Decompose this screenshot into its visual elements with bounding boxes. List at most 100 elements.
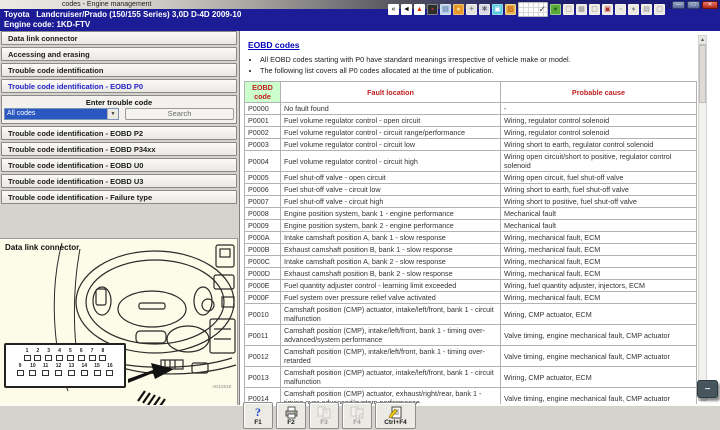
warning-icon[interactable]: ▲ <box>414 4 425 15</box>
table-row: P0011Camshaft position (CMP), intake/lef… <box>245 325 697 346</box>
chart-icon[interactable]: ▨ <box>505 4 516 15</box>
window-icon-3[interactable]: ▢ <box>589 4 600 15</box>
fault-location-cell: Fuel system over pressure relief valve a… <box>281 292 501 304</box>
maximize-button[interactable]: □ <box>687 1 700 9</box>
service-schedule-icon[interactable]: ▤ <box>440 4 451 15</box>
engine-code: Engine code: 1KD-FTV <box>4 20 90 29</box>
probable-cause-cell: Mechanical fault <box>501 208 697 220</box>
first-page-icon[interactable]: « <box>388 4 399 15</box>
f4-pages-x-button: F4 <box>342 402 372 429</box>
spanner-icon[interactable]: ✦ <box>466 4 477 15</box>
steering-wheel-illustration <box>0 239 238 430</box>
table-row: P000BExhaust camshaft position B, bank 1… <box>245 244 697 256</box>
code-cell: P0006 <box>245 184 281 196</box>
sidebar-item[interactable]: Trouble code identification - EOBD P0 <box>1 79 237 93</box>
table-row: P0009Engine position system, bank 2 - en… <box>245 220 697 232</box>
table-row: P0002Fuel volume regulator control - cir… <box>245 127 697 139</box>
app-window: codes - Engine management Toyota Landcru… <box>0 0 720 430</box>
content-panel: EOBD codes All EOBD codes starting with … <box>239 31 720 405</box>
scroll-up-arrow-icon[interactable]: ▲ <box>699 36 706 45</box>
column-header-probable-cause: Probable cause <box>501 82 697 103</box>
probable-cause-cell: Wiring short to earth, regulator control… <box>501 139 697 151</box>
connector-pin: 13 <box>66 363 76 376</box>
function-key-label: Ctrl+F4 <box>384 419 407 426</box>
code-cell: P0008 <box>245 208 281 220</box>
search-button[interactable]: Search <box>125 108 234 120</box>
fault-location-cell: Camshaft position (CMP) actuator, intake… <box>281 367 501 388</box>
back-icon[interactable]: ◄ <box>401 4 412 15</box>
probable-cause-cell: Valve timing, engine mechanical fault, C… <box>501 325 697 346</box>
connector-pin: 14 <box>79 363 89 376</box>
probable-cause-cell: Mechanical fault <box>501 220 697 232</box>
sidebar-item[interactable]: Trouble code identification - EOBD U0 <box>1 158 237 172</box>
window-controls: —□✕ <box>672 1 718 9</box>
code-cell: P0000 <box>245 103 281 115</box>
connector-pin: 1 <box>22 348 32 361</box>
function-key-label: F1 <box>254 419 262 426</box>
connector-pin: 11 <box>41 363 51 376</box>
vertical-scrollbar[interactable]: ▲ <box>698 35 707 401</box>
manual-icon[interactable]: ▪ <box>427 4 438 15</box>
eobd-codes-table-wrap: EOBD code Fault location Probable cause … <box>244 81 697 404</box>
fault-location-cell: Fuel quantity adjuster control - learnin… <box>281 280 501 292</box>
probable-cause-cell: Wiring, regulator control solenoid <box>501 115 697 127</box>
sidebar-item[interactable]: Trouble code identification - Failure ty… <box>1 190 237 204</box>
window-icon-6[interactable]: ♦ <box>628 4 639 15</box>
code-cell: P0002 <box>245 127 281 139</box>
gear-icon[interactable]: ✱ <box>479 4 490 15</box>
table-row: P0008Engine position system, bank 1 - en… <box>245 208 697 220</box>
fault-location-cell: Camshaft position (CMP), intake/left/fro… <box>281 346 501 367</box>
function-key-label: F4 <box>353 419 361 426</box>
window-icon-5[interactable]: ▫ <box>615 4 626 15</box>
top-toolbar: «◄▲▪▤●✦✱▣▨●▢▦▢▣▫♦▤▢—□✕ <box>388 1 718 17</box>
connector-pin: 10 <box>28 363 38 376</box>
pages-x-icon <box>350 405 365 419</box>
grid-flyout-panel[interactable] <box>518 2 548 17</box>
trouble-code-dropdown[interactable]: All codes ▼ <box>4 108 119 120</box>
code-cell: P0012 <box>245 346 281 367</box>
code-cell: P000E <box>245 280 281 292</box>
connector-pin: 9 <box>15 363 25 376</box>
f1-help-button[interactable]: ?F1 <box>243 402 273 429</box>
fault-location-cell: Fuel volume regulator control - open cir… <box>281 115 501 127</box>
probable-cause-cell: Wiring, mechanical fault, ECM <box>501 268 697 280</box>
code-cell: P0001 <box>245 115 281 127</box>
window-icon-4[interactable]: ▣ <box>602 4 613 15</box>
probable-cause-cell: Wiring, mechanical fault, ECM <box>501 244 697 256</box>
connector-pin: 15 <box>92 363 102 376</box>
green-module-icon[interactable]: ● <box>550 4 561 15</box>
column-header-eobd-code: EOBD code <box>245 82 281 103</box>
probable-cause-cell: Wiring, CMP actuator, ECM <box>501 367 697 388</box>
minimize-button[interactable]: — <box>672 1 685 9</box>
probable-cause-cell: Wiring open circuit, fuel shut-off valve <box>501 172 697 184</box>
intro-bullets: All EOBD codes starting with P0 have sta… <box>260 55 690 77</box>
dropdown-arrow-icon[interactable]: ▼ <box>107 109 118 119</box>
sidebar-item[interactable]: Trouble code identification - EOBD U3 <box>1 174 237 188</box>
function-key-label: F2 <box>287 419 295 426</box>
collapse-panel-button[interactable]: − <box>697 380 718 398</box>
fault-location-cell: Camshaft position (CMP), intake/left/fro… <box>281 325 501 346</box>
globe-icon[interactable]: ● <box>453 4 464 15</box>
window-icon-7[interactable]: ▤ <box>641 4 652 15</box>
table-row: P0003Fuel volume regulator control - cir… <box>245 139 697 151</box>
f2-printer-button[interactable]: F2 <box>276 402 306 429</box>
connector-pin: 4 <box>55 348 65 361</box>
diagram-title: Data link connector <box>5 243 79 252</box>
diagnostics-icon[interactable]: ▣ <box>492 4 503 15</box>
probable-cause-cell: Wiring, CMP actuator, ECM <box>501 304 697 325</box>
fault-location-cell: Intake camshaft position A, bank 2 - slo… <box>281 256 501 268</box>
sidebar-item[interactable]: Trouble code identification <box>1 63 237 77</box>
scrollbar-thumb[interactable] <box>699 45 706 103</box>
sidebar-item[interactable]: Trouble code identification - EOBD P34xx <box>1 142 237 156</box>
sidebar-item[interactable]: Trouble code identification - EOBD P2 <box>1 126 237 140</box>
window-icon-2[interactable]: ▦ <box>576 4 587 15</box>
window-icon-8[interactable]: ▢ <box>654 4 665 15</box>
probable-cause-cell: Wiring, mechanical fault, ECM <box>501 292 697 304</box>
sidebar-item[interactable]: Accessing and erasing <box>1 47 237 61</box>
fault-location-cell: Fuel shut-off valve - open circuit <box>281 172 501 184</box>
close-button[interactable]: ✕ <box>702 1 718 9</box>
window-icon-1[interactable]: ▢ <box>563 4 574 15</box>
ctrl-f4-notepad-button[interactable]: Ctrl+F4 <box>375 402 416 429</box>
table-row: P000EFuel quantity adjuster control - le… <box>245 280 697 292</box>
sidebar-item[interactable]: Data link connector <box>1 31 237 45</box>
